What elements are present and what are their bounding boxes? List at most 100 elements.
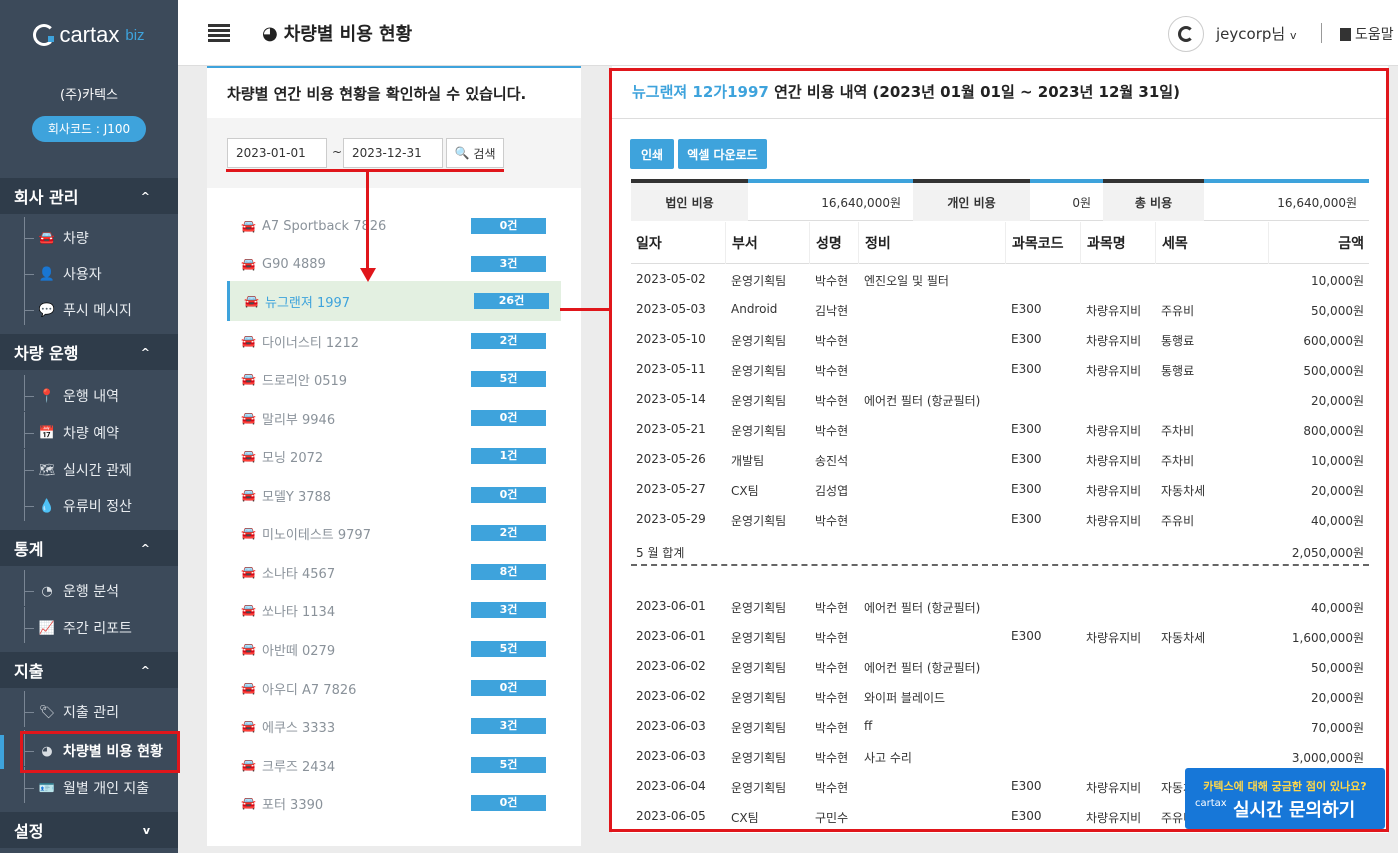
sidebar-item-realtime-control[interactable]: 🗺 실시간 관제: [24, 449, 174, 485]
vehicle-item[interactable]: 🚘 소나타 4567 8건: [227, 554, 561, 590]
pie-chart-icon: ◔: [41, 583, 53, 599]
active-indicator: [0, 735, 4, 769]
vehicle-item[interactable]: 🚘 아우디 A7 7826 0건: [227, 670, 561, 706]
gauge-icon: ◕: [262, 22, 278, 44]
sidebar-item-monthly-personal-expense[interactable]: 🪪 월별 개인 지출: [24, 767, 174, 803]
vehicle-name: 에쿠스 3333: [262, 720, 336, 736]
menu-toggle-icon[interactable]: [208, 24, 230, 42]
sidebar-item-label: 운행 내역: [63, 389, 119, 405]
vehicle-name: 아우디 A7 7826: [262, 682, 357, 698]
sidebar-item-label: 차량: [63, 231, 89, 247]
section-label: 설정: [14, 822, 44, 841]
help-link[interactable]: 도움말: [1340, 24, 1394, 44]
date-to-input[interactable]: [343, 138, 443, 168]
book-icon: [1340, 27, 1351, 41]
vehicle-name: 모델Y 3788: [262, 489, 332, 505]
sidebar-item-label: 유류비 정산: [63, 499, 132, 515]
inquiry-question: 카텍스에 대해 궁금한 점이 있나요?: [1203, 780, 1367, 793]
vehicle-name: 미노이테스트 9797: [262, 527, 371, 543]
highlight-box-detail: [609, 68, 1389, 832]
vehicle-item[interactable]: 🚘 말리부 9946 0건: [227, 400, 561, 436]
vehicle-item[interactable]: 🚘 A7 Sportback 7826 0건: [227, 208, 561, 244]
car-icon: 🚘: [241, 565, 256, 579]
brand-logo[interactable]: cartax biz: [0, 0, 178, 70]
vehicle-item[interactable]: 🚘 에쿠스 3333 3건: [227, 708, 561, 744]
cost-count-badge: 0건: [471, 410, 546, 426]
sidebar-item-trip-history[interactable]: 📍 운행 내역: [24, 375, 174, 411]
car-icon: 🚘: [241, 603, 256, 617]
car-icon: 🚘: [241, 334, 256, 348]
section-settings[interactable]: 설정 v: [0, 812, 178, 848]
header-divider: [1321, 23, 1322, 43]
page-title: ◕ 차량별 비용 현황: [262, 20, 412, 46]
sidebar-item-label: 지출 관리: [63, 705, 119, 721]
car-icon: 🚘: [241, 642, 256, 656]
tag-icon: 🏷: [38, 704, 56, 720]
cost-count-badge: 3건: [471, 718, 546, 734]
cartax-logo: cartax: [1195, 798, 1227, 809]
vehicle-item[interactable]: 🚘 아반떼 0279 5건: [227, 631, 561, 667]
page-title-text: 차량별 비용 현황: [283, 24, 413, 45]
section-statistics[interactable]: 통계 ^: [0, 530, 178, 566]
sidebar-item-label: 월별 개인 지출: [63, 781, 150, 797]
cost-count-badge: 5건: [471, 641, 546, 657]
vehicle-name: G90 4889: [262, 256, 326, 272]
annotation-underline: [226, 169, 504, 172]
vehicle-item[interactable]: 🚘 G90 4889 3건: [227, 246, 561, 282]
sidebar-item-trip-analysis[interactable]: ◔ 운행 분석: [24, 570, 174, 606]
sidebar-item-vehicle-reservation[interactable]: 📅 차량 예약: [24, 412, 174, 448]
vehicle-panel-header: 차량별 연간 비용 현황을 확인하실 수 있습니다.: [207, 66, 581, 118]
section-vehicle-operation[interactable]: 차량 운행 ^: [0, 334, 178, 370]
user-add-icon: 👤: [38, 266, 56, 282]
avatar[interactable]: [1168, 16, 1204, 52]
inquiry-action: 실시간 문의하기: [1233, 800, 1356, 821]
sidebar-item-users[interactable]: 👤 사용자: [24, 253, 174, 289]
live-inquiry-button[interactable]: 카텍스에 대해 궁금한 점이 있나요? cartax 실시간 문의하기: [1185, 768, 1385, 829]
chevron-up-icon: ^: [140, 345, 150, 359]
car-icon: 🚘: [244, 294, 259, 308]
car-icon: 🚘: [241, 681, 256, 695]
sidebar-item-fuel-settlement[interactable]: 💧 유류비 정산: [24, 485, 174, 521]
brand-suffix: biz: [125, 26, 145, 44]
sidebar-item-label: 사용자: [63, 267, 102, 283]
car-icon: 🚘: [241, 719, 256, 733]
date-range-separator: ~: [332, 145, 343, 159]
vehicle-name: 크루즈 2434: [262, 759, 336, 775]
vehicle-item[interactable]: 🚘 모닝 2072 1건: [227, 438, 561, 474]
sidebar-item-weekly-report[interactable]: 📈 주간 리포트: [24, 607, 174, 643]
vehicle-item[interactable]: 🚘 미노이테스트 9797 2건: [227, 515, 561, 551]
cost-count-badge: 5건: [471, 371, 546, 387]
car-icon: 🚘: [241, 449, 256, 463]
sidebar-item-label: 실시간 관제: [63, 463, 132, 479]
vehicle-item[interactable]: 🚘 뉴그랜져 1997 26건: [227, 281, 561, 321]
section-label: 지출: [14, 662, 44, 681]
top-header: ◕ 차량별 비용 현황 jeycorp님 v 도움말: [178, 0, 1398, 66]
vehicle-item[interactable]: 🚘 드로리안 0519 5건: [227, 361, 561, 397]
sidebar-item-expense-management[interactable]: 🏷 지출 관리: [24, 691, 174, 727]
search-button[interactable]: 🔍 검색: [446, 138, 504, 168]
cost-count-badge: 26건: [474, 293, 549, 309]
vehicle-name: 소나타 4567: [262, 566, 336, 582]
search-label: 검색: [473, 146, 496, 161]
map-icon: 🗺: [38, 462, 56, 478]
vehicle-item[interactable]: 🚘 모델Y 3788 0건: [227, 477, 561, 513]
date-from-input[interactable]: [227, 138, 327, 168]
vehicle-list-panel: 차량별 연간 비용 현황을 확인하실 수 있습니다. ~ 🔍검색 🚘A7 Spo…: [207, 66, 581, 853]
company-code-badge: 회사코드 : J100: [32, 116, 146, 142]
cost-count-badge: 1건: [471, 448, 546, 464]
user-menu[interactable]: jeycorp님 v: [1216, 23, 1296, 44]
sidebar-item-label: 운행 분석: [63, 584, 119, 600]
section-expense[interactable]: 지출 ^: [0, 652, 178, 688]
vehicle-item[interactable]: 🚘 포터 3390 0건: [227, 785, 561, 821]
date-search-bar: ~ 🔍검색: [207, 118, 581, 188]
vehicle-item[interactable]: 🚘 쏘나타 1134 3건: [227, 592, 561, 628]
section-company-management[interactable]: 회사 관리 ^: [0, 178, 178, 214]
car-icon: 🚘: [241, 411, 256, 425]
sidebar-item-vehicles[interactable]: 🚘 차량: [24, 217, 174, 253]
vehicle-item[interactable]: 🚘 크루즈 2434 5건: [227, 747, 561, 783]
vehicle-name: 다이너스티 1212: [262, 335, 360, 351]
vehicle-item[interactable]: 🚘 다이너스티 1212 2건: [227, 323, 561, 359]
chat-icon: 💬: [38, 302, 56, 318]
sidebar-item-push-message[interactable]: 💬 푸시 메시지: [24, 289, 174, 325]
cost-count-badge: 2건: [471, 525, 546, 541]
